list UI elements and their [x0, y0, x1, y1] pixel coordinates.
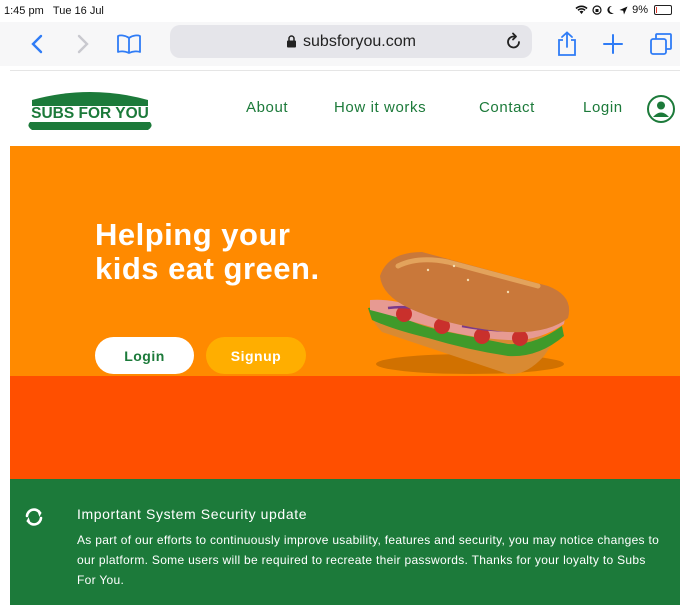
- reload-icon: [507, 32, 520, 49]
- forward-button[interactable]: [68, 29, 98, 59]
- hero-title: Helping your kids eat green.: [95, 218, 395, 286]
- battery-percent: 9%: [632, 4, 648, 16]
- refresh-icon: [23, 507, 45, 532]
- reload-button[interactable]: [506, 32, 522, 55]
- address-bar[interactable]: subsforyou.com: [170, 25, 532, 58]
- battery-icon: [654, 5, 672, 15]
- wifi-icon: [575, 5, 588, 14]
- chevron-right-icon: [77, 34, 89, 54]
- address-text: subsforyou.com: [303, 32, 416, 50]
- account-avatar[interactable]: [647, 95, 675, 123]
- hero-signup-button[interactable]: Signup: [206, 337, 306, 374]
- status-time: 1:45 pm: [4, 5, 44, 17]
- book-icon: [117, 34, 141, 54]
- hero-title-line-2: kids eat green.: [95, 251, 320, 286]
- notice-title: Important System Security update: [77, 506, 308, 522]
- back-button[interactable]: [22, 29, 52, 59]
- site-header: SUBS FOR YOU About How it works Contact …: [10, 70, 680, 147]
- share-button[interactable]: [552, 29, 582, 59]
- new-tab-button[interactable]: [598, 29, 628, 59]
- logo-text: SUBS FOR YOU: [31, 105, 149, 122]
- status-time-date: 1:45 pm Tue 16 Jul: [4, 5, 104, 17]
- status-icons: 9%: [575, 4, 672, 16]
- subs-for-you-logo[interactable]: SUBS FOR YOU: [22, 86, 158, 132]
- tabs-button[interactable]: [646, 29, 676, 59]
- status-bar: 1:45 pm Tue 16 Jul 9%: [0, 0, 680, 22]
- tabs-icon: [650, 33, 672, 55]
- nav-login[interactable]: Login: [583, 99, 623, 116]
- hero-login-button[interactable]: Login: [95, 337, 194, 374]
- bookmarks-button[interactable]: [114, 29, 144, 59]
- plus-icon: [603, 34, 623, 54]
- notice-body: As part of our efforts to continuously i…: [77, 533, 660, 587]
- user-icon: [653, 101, 669, 117]
- hero-title-line-1: Helping your: [95, 217, 291, 252]
- status-date: Tue 16 Jul: [52, 5, 104, 17]
- share-icon: [558, 31, 576, 56]
- nav-contact[interactable]: Contact: [479, 99, 535, 116]
- chevron-left-icon: [31, 34, 43, 54]
- lock-icon: [287, 35, 297, 48]
- location-icon: [619, 6, 628, 14]
- moon-icon: [607, 5, 615, 14]
- sandwich-image: [368, 252, 570, 375]
- security-notice: Important System Security update As part…: [10, 479, 680, 605]
- nav-about[interactable]: About: [246, 99, 288, 116]
- rotation-lock-icon: [592, 5, 602, 15]
- hero-band: [10, 376, 680, 479]
- nav-how-it-works[interactable]: How it works: [334, 99, 426, 116]
